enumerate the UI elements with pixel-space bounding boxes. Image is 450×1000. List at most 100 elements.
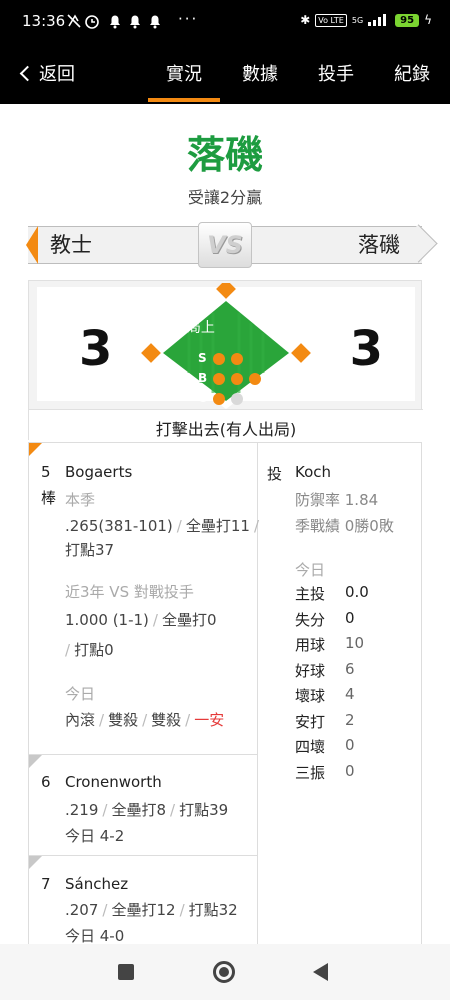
- winner-note: 受讓2分贏: [187, 188, 263, 207]
- batter-rbi: 打點39: [179, 801, 229, 819]
- batter-rbi: 打點32: [188, 901, 238, 919]
- today-result: 雙殺: [108, 711, 139, 729]
- count-label: B: [198, 371, 208, 385]
- vs-pitcher-label: 近3年 VS 對戰投手: [65, 583, 194, 601]
- notification-icons: [66, 12, 176, 34]
- field-grass: [163, 301, 289, 401]
- first-base-icon: [291, 343, 311, 363]
- batter-hr: 全壘打8: [111, 801, 167, 819]
- batter-name[interactable]: Bogaerts: [65, 463, 132, 481]
- season-stats-line: .265(381-101) / 全壘打11/: [65, 517, 259, 535]
- chevron-left-icon: [19, 65, 36, 81]
- charging-icon: ϟ: [424, 13, 432, 27]
- vs-hr: 全壘打0: [161, 611, 217, 629]
- back-button[interactable]: 返回: [19, 60, 75, 86]
- batter-flag: [29, 856, 42, 869]
- pitcher-stat-value: 0.0: [345, 583, 369, 601]
- pitcher-stat-label: 安打: [295, 712, 326, 731]
- top-nav: 返回 實況 數據 投手 紀錄: [0, 44, 450, 104]
- battery-icon: 95: [395, 13, 420, 27]
- home-team[interactable]: 落磯: [250, 226, 422, 264]
- count-dot: [213, 373, 225, 385]
- bluetooth-icon: ✱: [300, 13, 311, 27]
- batter-avg: .219: [65, 801, 99, 819]
- tab-records[interactable]: 紀錄: [394, 60, 430, 86]
- status-right: ✱ Vo LTE 5G 95 ϟ: [300, 13, 432, 27]
- count-dot: [213, 353, 225, 365]
- status-bar: 13:36 ··· ✱ Vo LTE 5G 95 ϟ: [0, 0, 450, 44]
- tab-live[interactable]: 實況: [148, 60, 220, 102]
- pitcher-stat-label: 用球: [295, 636, 326, 654]
- teams-bar: 教士 落磯 VS: [26, 222, 422, 268]
- away-team[interactable]: 教士: [26, 226, 200, 264]
- count-dot: [213, 393, 225, 405]
- back-nav-button[interactable]: [313, 963, 328, 981]
- season-avg: .265(381-101): [65, 517, 173, 535]
- pitcher-era: 防禦率 1.84: [295, 491, 379, 509]
- pitcher-stat-label: 壞球: [295, 687, 326, 705]
- matchup-panel: 5 棒 Bogaerts 本季 .265(381-101) / 全壘打11/ 打點3…: [28, 442, 422, 944]
- count-dot: [249, 373, 261, 385]
- batter-name[interactable]: Cronenworth: [65, 773, 162, 791]
- vs-avg: 1.000 (1-1): [65, 611, 149, 629]
- batter-order: 7: [41, 875, 51, 893]
- play-situation: 打擊出去(有人出局): [29, 409, 423, 441]
- vs-rbi: 打點0: [74, 641, 114, 659]
- pitcher-stat-label: 四壞: [295, 738, 326, 756]
- pitcher-stat-value: 10: [345, 634, 365, 652]
- vs-stats-line: 1.000 (1-1) / 全壘打0: [65, 611, 217, 629]
- volte-badge: Vo LTE: [315, 13, 347, 27]
- today-results: 內滾 / 雙殺 / 雙殺 / 一安: [65, 711, 225, 729]
- baseball-diamond: [141, 283, 311, 409]
- pitcher-record: 季戰績 0勝0敗: [295, 517, 394, 535]
- pitcher-name[interactable]: Koch: [295, 463, 331, 481]
- home-score: 3: [349, 321, 383, 377]
- recents-button[interactable]: [118, 964, 134, 980]
- batter-order: 5: [41, 463, 51, 481]
- pitcher-stat-label: 好球: [295, 661, 326, 680]
- pitcher-stat-value: 0: [345, 608, 355, 627]
- row-divider: [29, 855, 257, 856]
- pitcher-stat-value: 2: [345, 710, 355, 729]
- count-dot: [231, 373, 243, 385]
- pitcher-stat-label: 主投: [295, 585, 326, 603]
- batter-today: 今日 4-0: [65, 927, 125, 944]
- system-nav-bar: [0, 944, 450, 1000]
- today-result: 內滾: [65, 711, 96, 729]
- network-type: 5G: [351, 15, 364, 25]
- season-hr: 全壘打11: [185, 517, 250, 535]
- game-content: 落磯 受讓2分贏 教士 落磯 VS 3 3 打擊出去(有人出局) 10局上 SB…: [0, 104, 450, 944]
- away-score: 3: [79, 321, 113, 377]
- season-label: 本季: [65, 491, 96, 509]
- pitcher-stat-label: 失分: [295, 610, 326, 629]
- vs-rbi-line: / 打點0: [65, 641, 114, 659]
- batter-stats-line: .219/全壘打8/打點39: [65, 801, 229, 819]
- batter-stats-line: .207/全壘打12/打點32: [65, 901, 238, 919]
- pitcher-role: 投: [267, 465, 283, 483]
- batter-hr: 全壘打12: [111, 901, 176, 919]
- inning-label: 10局上: [169, 320, 215, 336]
- batter-avg: .207: [65, 901, 99, 919]
- pitcher-stat-value: 4: [345, 685, 355, 703]
- season-rbi: 打點37: [65, 541, 115, 559]
- status-time: 13:36: [22, 12, 66, 30]
- third-base-icon: [141, 343, 161, 363]
- pitcher-today-label: 今日: [295, 561, 326, 579]
- scoreboard: 3 3 打擊出去(有人出局): [28, 280, 423, 441]
- tab-stats[interactable]: 數據: [242, 60, 278, 86]
- batter-order-suffix: 棒: [41, 489, 57, 507]
- batter-flag: [29, 755, 42, 768]
- count-dot: [231, 393, 243, 405]
- count-label: S: [198, 351, 207, 365]
- row-divider: [29, 754, 257, 755]
- home-button[interactable]: [213, 961, 235, 983]
- home-team-label: 落磯: [358, 233, 400, 257]
- today-label: 今日: [65, 685, 96, 703]
- batter-name[interactable]: Sánchez: [65, 875, 128, 893]
- more-dots-icon: ···: [178, 10, 199, 28]
- winner-team: 落磯: [186, 133, 263, 177]
- today-result-hit: 一安: [194, 711, 225, 729]
- vs-badge: VS: [198, 222, 252, 268]
- pitcher-stat-value: 6: [345, 659, 355, 678]
- tab-pitcher[interactable]: 投手: [318, 60, 354, 86]
